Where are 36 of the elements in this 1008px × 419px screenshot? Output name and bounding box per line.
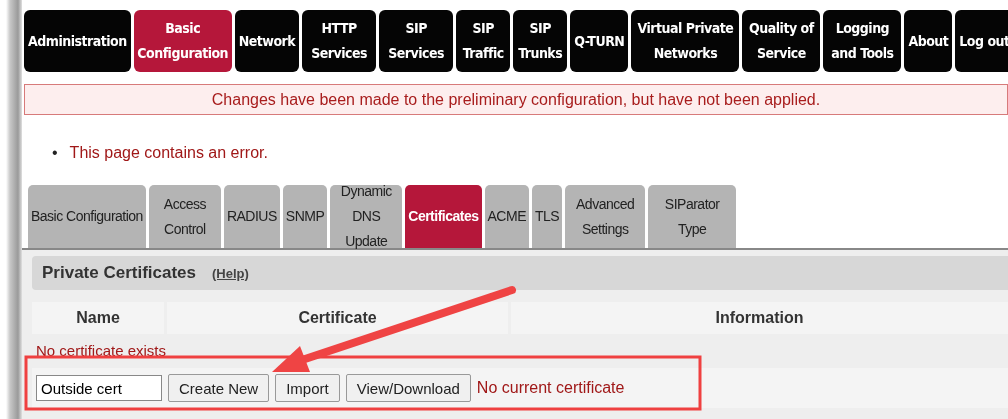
column-header: Name [32,302,164,334]
nav-tab[interactable]: HTTP Services [302,10,377,72]
settings-tab[interactable]: ACME [484,185,529,248]
nav-tab[interactable]: Virtual Private Networks [631,10,740,72]
settings-tab[interactable]: Basic Configuration [28,185,146,248]
settings-tab[interactable]: SIParator Type [648,185,737,248]
nav-tab[interactable]: Network [234,10,300,72]
section-title: Private Certificates [42,263,197,283]
nav-tab[interactable]: Quality of Service [742,10,821,72]
settings-tab[interactable]: SNMP [282,185,328,248]
help-link[interactable]: (Help) [212,265,249,281]
column-header: Information [511,302,1008,334]
nav-tab[interactable]: SIP Trunks [513,10,568,72]
bullet: • [52,143,58,163]
settings-tab[interactable]: Advanced Settings [565,185,646,248]
certificate-status: No current certificate [476,379,625,397]
nav-tab[interactable]: Basic Configuration [133,10,232,72]
action-button[interactable]: Create New [168,374,270,402]
notice-banner: Changes have been made to the preliminary configuration, but have not been applied. [24,84,1008,115]
name-field[interactable]: Outside cert [36,375,162,401]
settings-tab[interactable]: Access Control [148,185,221,248]
action-button[interactable]: View/Download [345,374,471,402]
settings-tab[interactable]: Certificates [405,185,482,248]
column-header: Certificate [167,302,508,334]
nav-tab[interactable]: SIP Traffic [456,10,511,72]
empty-message: No certificate exists [35,341,168,360]
settings-tab[interactable]: TLS [532,185,563,248]
nav-tab[interactable]: Q-TURN [570,10,629,72]
nav-tab[interactable]: Logging and Tools [823,10,902,72]
nav-tab[interactable]: SIP Services [379,10,454,72]
action-button[interactable]: Import [275,374,340,402]
settings-tab[interactable]: RADIUS [223,185,280,248]
nav-tab[interactable]: Administration [24,10,131,72]
settings-tab[interactable]: Dynamic DNS Update [330,185,403,248]
error-message: This page contains an error. [69,143,268,163]
nav-tab[interactable]: About [904,10,953,72]
